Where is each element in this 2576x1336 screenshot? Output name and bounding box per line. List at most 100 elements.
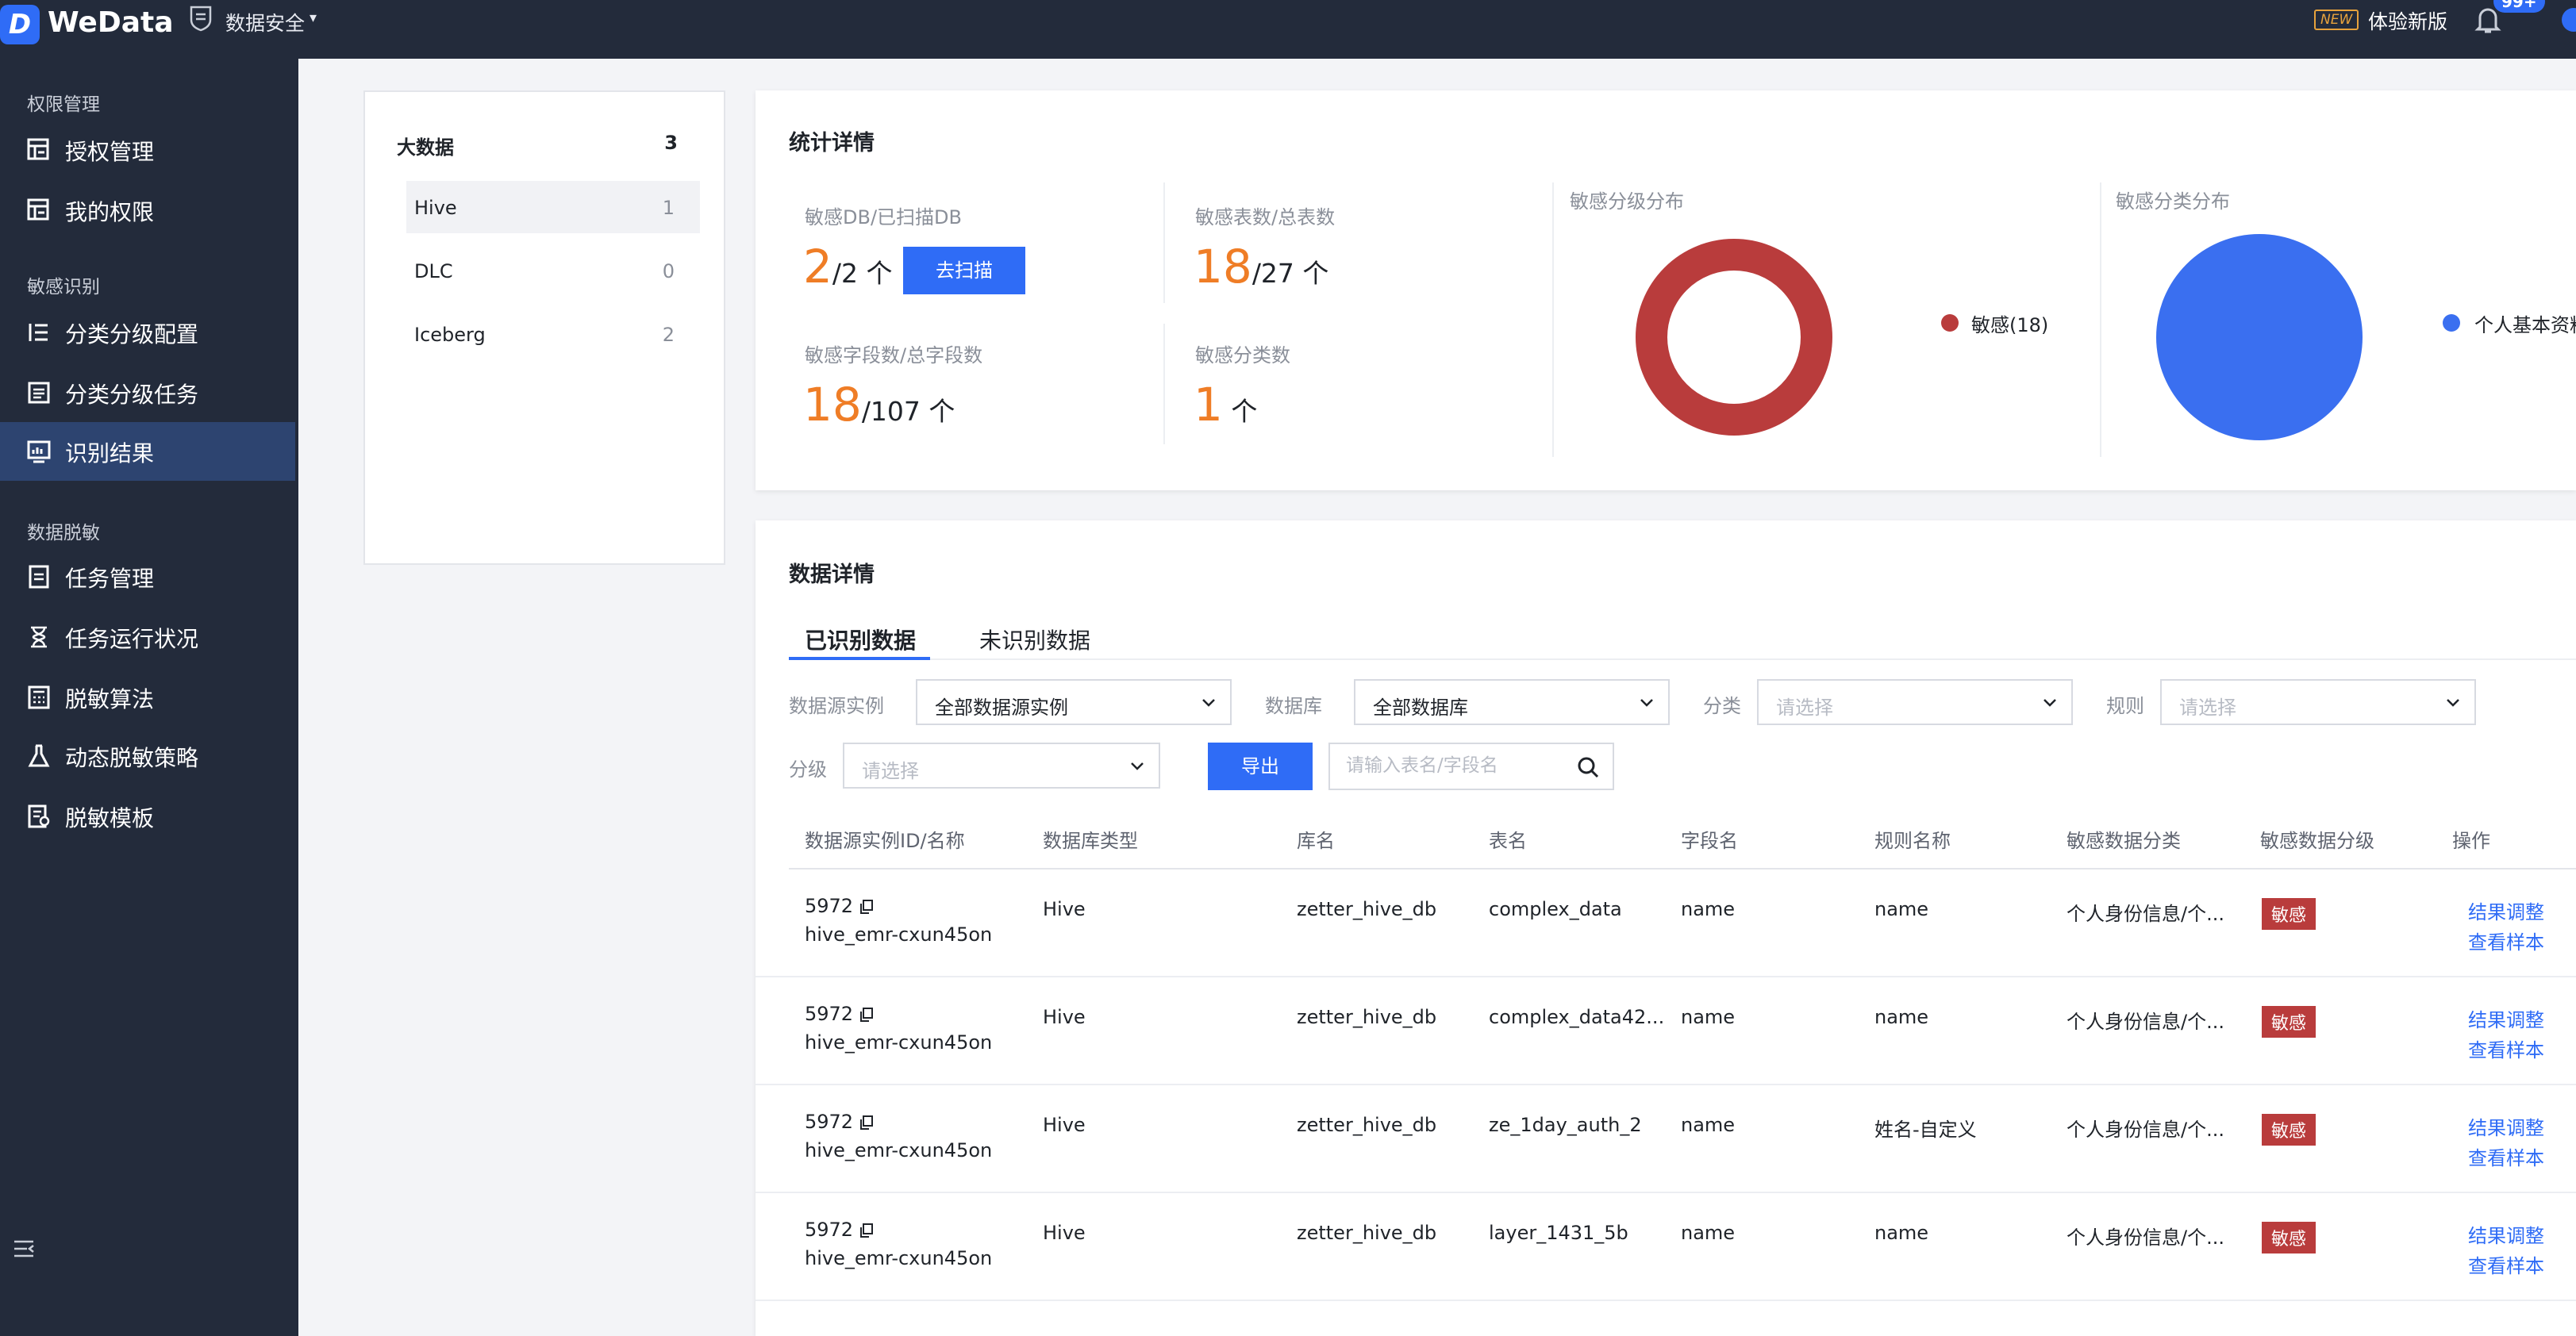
wedata-logo[interactable]: D (0, 5, 40, 44)
app-name[interactable]: WeData (48, 6, 174, 39)
instance-name-cell: hive_emr-cxun45on (805, 923, 993, 946)
view-sample-link[interactable]: 查看样本 (2468, 1035, 2544, 1062)
search-box (1328, 743, 1614, 790)
sidebar-item-classification-config[interactable]: 分类分级配置 (0, 303, 295, 362)
chevron-down-icon (2043, 699, 2056, 707)
avatar[interactable] (2562, 8, 2576, 32)
instance-id: 5972 (805, 1003, 854, 1025)
sidebar-item-masking-template[interactable]: 脱敏模板 (0, 787, 295, 846)
field-name-cell: name (1681, 898, 1736, 920)
panel-count: 3 (664, 132, 678, 154)
sensitive-tables-value: 18/27 个 (1194, 240, 1328, 294)
copy-icon[interactable] (859, 1008, 874, 1022)
rule-select[interactable]: 请选择 (2160, 679, 2476, 725)
tab-identified[interactable]: 已识别数据 (805, 624, 916, 655)
source-type-count: 0 (662, 260, 675, 282)
category-select[interactable]: 请选择 (1757, 679, 2073, 725)
level-tag: 敏感 (2262, 1006, 2316, 1038)
column-header-category: 敏感数据分类 (2067, 830, 2181, 852)
sidebar-item-dynamic-masking-policy[interactable]: 动态脱敏策略 (0, 727, 295, 785)
sidebar-item-recognition-results[interactable]: 识别结果 (0, 422, 295, 481)
sidebar-item-task-status[interactable]: 任务运行状况 (0, 608, 295, 666)
sidebar-item-label: 脱敏算法 (65, 686, 155, 712)
db-name-cell: zetter_hive_db (1297, 1114, 1437, 1136)
chevron-down-icon[interactable]: ▾ (310, 10, 317, 26)
table-name-cell: layer_1431_5b (1489, 1222, 1628, 1244)
level-select[interactable]: 请选择 (843, 743, 1160, 789)
sensitive-db-value: 2/2 个 (803, 240, 893, 294)
level-distribution-chart (1636, 239, 1832, 436)
sidebar-item-label: 任务管理 (65, 566, 155, 592)
category-cell: 个人身份信息/个... (2067, 1227, 2224, 1249)
instance-id-cell: 5972 (805, 895, 874, 917)
sensitive-tables-count: 18 (1194, 240, 1252, 294)
template-icon (28, 804, 50, 828)
adjust-result-link[interactable]: 结果调整 (2468, 1004, 2544, 1032)
table-name-cell: ze_1day_auth_2 (1489, 1114, 1642, 1136)
instance-id: 5972 (805, 1219, 854, 1241)
new-version-link[interactable]: 体验新版 (2368, 6, 2447, 35)
view-sample-link[interactable]: 查看样本 (2468, 1250, 2544, 1278)
adjust-result-link[interactable]: 结果调整 (2468, 896, 2544, 924)
sensitive-categories-value: 1 个 (1194, 378, 1257, 432)
instance-id-cell: 5972 (805, 1111, 874, 1133)
sidebar-item-label: 脱敏模板 (65, 805, 155, 831)
document-icon (29, 565, 49, 589)
sidebar-item-task-management[interactable]: 任务管理 (0, 547, 295, 606)
module-switcher[interactable]: 数据安全 (225, 8, 305, 36)
rule-name-cell: name (1874, 898, 1929, 920)
rule-name-cell: 姓名-自定义 (1874, 1119, 1977, 1141)
category-select-placeholder: 请选择 (1776, 697, 1833, 719)
sidebar: 权限管理 授权管理 我的权限 敏感识别 分类分级配置 分类分级任务 识别结果 数… (0, 59, 298, 1336)
source-type-iceberg[interactable]: Iceberg 2 (406, 308, 700, 360)
legend-dot-personal-info (2443, 314, 2460, 332)
total-tables: /27 (1251, 258, 1294, 289)
instance-select[interactable]: 全部数据源实例 (916, 679, 1232, 725)
copy-icon[interactable] (859, 900, 874, 914)
copy-icon[interactable] (859, 1223, 874, 1238)
view-sample-link[interactable]: 查看样本 (2468, 1142, 2544, 1170)
collapse-sidebar-icon[interactable] (13, 1239, 35, 1258)
db-name-cell: zetter_hive_db (1297, 1222, 1437, 1244)
copy-icon[interactable] (859, 1115, 874, 1130)
go-scan-button[interactable]: 去扫描 (903, 247, 1025, 294)
instance-id: 5972 (805, 895, 854, 917)
sidebar-item-authorization[interactable]: 授权管理 (0, 121, 295, 179)
column-header-db-type: 数据库类型 (1043, 830, 1138, 852)
level-tag: 敏感 (2262, 898, 2316, 930)
instance-id: 5972 (805, 1111, 854, 1133)
grid-key-icon (27, 138, 49, 160)
sidebar-item-masking-algorithm[interactable]: 脱敏算法 (0, 668, 295, 727)
view-sample-link[interactable]: 查看样本 (2468, 927, 2544, 954)
sidebar-item-classification-task[interactable]: 分类分级任务 (0, 363, 295, 422)
notification-count-badge: 99+ (2493, 0, 2545, 13)
category-filter-label: 分类 (1703, 695, 1741, 717)
db-type-cell: Hive (1043, 898, 1086, 920)
tabs-divider (789, 658, 2576, 660)
sensitive-db-label: 敏感DB/已扫描DB (805, 206, 962, 228)
adjust-result-link[interactable]: 结果调整 (2468, 1220, 2544, 1248)
export-button[interactable]: 导出 (1208, 743, 1313, 790)
chevron-down-icon (1131, 762, 1144, 770)
sidebar-item-my-permissions[interactable]: 我的权限 (0, 181, 295, 240)
database-filter-label: 数据库 (1265, 695, 1322, 717)
list-config-icon (29, 324, 48, 341)
search-icon[interactable] (1576, 755, 1600, 779)
adjust-result-link[interactable]: 结果调整 (2468, 1112, 2544, 1140)
source-type-hive[interactable]: Hive 1 (406, 181, 700, 233)
db-name-cell: zetter_hive_db (1297, 1006, 1437, 1028)
data-source-type-panel: 大数据 3 Hive 1 DLC 0 Iceberg 2 (363, 90, 725, 565)
level-tag: 敏感 (2262, 1222, 2316, 1253)
source-type-dlc[interactable]: DLC 0 (406, 244, 700, 297)
source-type-count: 1 (662, 197, 675, 219)
database-select[interactable]: 全部数据库 (1354, 679, 1670, 725)
chevron-down-icon (1640, 699, 1653, 707)
search-input[interactable] (1346, 755, 1568, 776)
category-cell: 个人身份信息/个... (2067, 1011, 2224, 1033)
sensitive-categories-label: 敏感分类数 (1195, 344, 1290, 367)
sensitive-tables-label: 敏感表数/总表数 (1195, 206, 1336, 228)
tab-unidentified[interactable]: 未识别数据 (979, 624, 1090, 655)
sidebar-group-sensitive-identification: 敏感识别 (27, 277, 100, 298)
source-type-name: DLC (414, 260, 453, 282)
rule-filter-label: 规则 (2106, 695, 2144, 717)
